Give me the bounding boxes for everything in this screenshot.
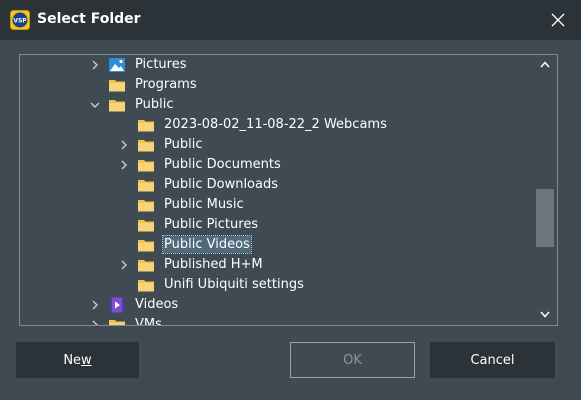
folder-icon xyxy=(137,137,155,153)
tree-item[interactable]: Public Downloads xyxy=(20,175,532,195)
scroll-down-button[interactable] xyxy=(533,305,557,325)
close-button[interactable] xyxy=(535,0,581,40)
tree-item-label: Public Videos xyxy=(162,235,252,254)
chevron-right-icon[interactable] xyxy=(87,55,101,75)
tree-item-label: Public xyxy=(164,137,203,152)
tree-item-label: Unifi Ubiquiti settings xyxy=(164,277,304,292)
tree-item-label: Programs xyxy=(135,77,197,92)
tree-item[interactable]: Published H+M xyxy=(20,255,532,275)
tree-item[interactable]: Videos xyxy=(20,295,532,315)
folder-tree[interactable]: Pictures Programs Public 2023-08-02_11-08-2… xyxy=(19,54,558,326)
folder-icon xyxy=(137,177,155,193)
folder-icon xyxy=(137,117,155,133)
tree-item-label: VMs xyxy=(135,317,162,325)
folder-icon xyxy=(108,97,126,113)
new-button-label: Ne xyxy=(63,353,82,368)
chevron-down-icon[interactable] xyxy=(87,95,101,115)
folder-icon xyxy=(137,217,155,233)
pictures-icon xyxy=(108,57,126,73)
folder-icon xyxy=(137,197,155,213)
tree-item[interactable]: Public xyxy=(20,95,532,115)
new-button-accelerator: w xyxy=(81,353,92,368)
ok-button[interactable]: OK xyxy=(290,342,415,378)
chevron-right-icon[interactable] xyxy=(116,155,130,175)
folder-icon xyxy=(108,317,126,325)
scroll-up-button[interactable] xyxy=(533,55,557,75)
folder-icon xyxy=(137,257,155,273)
tree-item-label: Videos xyxy=(135,297,179,312)
chevron-right-icon[interactable] xyxy=(116,255,130,275)
folder-icon xyxy=(137,277,155,293)
close-icon xyxy=(551,13,565,27)
app-logo-text: VSP xyxy=(13,18,27,25)
vertical-scrollbar[interactable] xyxy=(533,55,557,325)
chevron-up-icon xyxy=(540,61,550,68)
cancel-button[interactable]: Cancel xyxy=(430,342,555,378)
tree-item[interactable]: Public Videos xyxy=(20,235,532,255)
chevron-right-icon[interactable] xyxy=(87,315,101,325)
chevron-right-icon[interactable] xyxy=(87,295,101,315)
new-folder-button[interactable]: New xyxy=(16,342,139,378)
app-logo-icon: VSP xyxy=(10,10,30,30)
folder-icon xyxy=(137,157,155,173)
tree-item[interactable]: Public Documents xyxy=(20,155,532,175)
folder-icon xyxy=(137,237,155,253)
tree-item-label: Public xyxy=(135,97,174,112)
tree-item[interactable]: Public Pictures xyxy=(20,215,532,235)
title-bar: VSP Select Folder xyxy=(0,0,581,40)
tree-item[interactable]: Public Music xyxy=(20,195,532,215)
window-title: Select Folder xyxy=(37,11,141,27)
tree-item-label: Public Music xyxy=(164,197,244,212)
videos-icon xyxy=(108,297,126,313)
tree-item[interactable]: VMs xyxy=(20,315,532,325)
chevron-down-icon xyxy=(540,311,550,318)
tree-item-label: 2023-08-02_11-08-22_2 Webcams xyxy=(164,117,387,132)
tree-item-label: Pictures xyxy=(135,57,187,72)
tree-item[interactable]: Programs xyxy=(20,75,532,95)
tree-item[interactable]: Pictures xyxy=(20,55,532,75)
tree-item-label: Published H+M xyxy=(164,257,263,272)
chevron-right-icon[interactable] xyxy=(116,135,130,155)
tree-item[interactable]: 2023-08-02_11-08-22_2 Webcams xyxy=(20,115,532,135)
folder-tree-list: Pictures Programs Public 2023-08-02_11-08-2… xyxy=(20,55,532,325)
tree-item-label: Public Downloads xyxy=(164,177,278,192)
tree-item-label: Public Documents xyxy=(164,157,281,172)
scrollbar-thumb[interactable] xyxy=(536,189,554,247)
folder-icon xyxy=(108,77,126,93)
tree-item[interactable]: Unifi Ubiquiti settings xyxy=(20,275,532,295)
tree-item-label: Public Pictures xyxy=(164,217,259,232)
tree-item[interactable]: Public xyxy=(20,135,532,155)
